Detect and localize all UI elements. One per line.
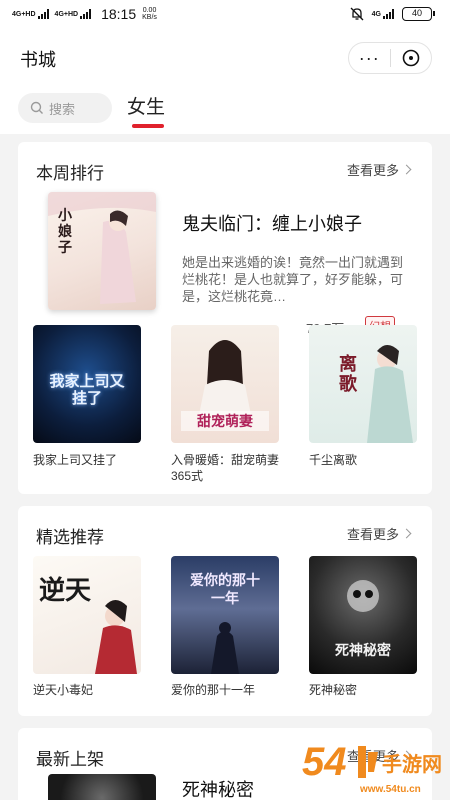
book-title[interactable]: 爱你的那十一年	[171, 682, 289, 698]
mute-bell-icon	[350, 7, 364, 21]
watermark-logo-icon	[358, 746, 378, 778]
close-circle-icon	[402, 49, 420, 67]
book-cover-title: 爱你的那十一年	[190, 573, 260, 607]
book-title[interactable]: 逆天小毒妃	[33, 682, 141, 698]
view-more-link[interactable]: 查看更多	[346, 524, 412, 543]
latest-book-cover[interactable]	[48, 774, 156, 800]
book-cover-art	[367, 345, 413, 443]
search-icon	[30, 101, 43, 114]
mini-program-capsule: ···	[348, 42, 432, 74]
book-cover[interactable]: 爱你的那十一年	[171, 556, 279, 674]
book-title[interactable]: 我家上司又挂了	[33, 452, 151, 468]
network-indicator: 4G	[372, 9, 394, 19]
active-tab-indicator	[132, 124, 164, 128]
signal-indicator-1: 4G+HD	[12, 9, 49, 19]
featured-book-description: 她是出来逃婚的诶！竟然一出门就遇到烂桃花！是人也就算了，好歹能躲，可是，这烂桃花…	[182, 255, 404, 304]
search-placeholder: 搜索	[49, 101, 76, 117]
more-button[interactable]: ···	[349, 48, 390, 68]
speed-value: 0.00	[142, 7, 157, 14]
status-bar: 4G+HD 4G+HD 18:15 0.00 KB/s 4G 40	[0, 0, 450, 30]
close-button[interactable]	[390, 49, 431, 67]
featured-cover-title: 小娘子	[58, 208, 72, 256]
network-type: 4G	[371, 11, 381, 18]
section-title: 本周排行	[36, 164, 104, 183]
book-title[interactable]: 千尘离歌	[309, 452, 417, 468]
signal-bars-icon	[37, 9, 49, 19]
speed-unit: KB/s	[142, 14, 157, 21]
book-title[interactable]: 死神秘密	[309, 682, 417, 698]
battery-level: 40	[411, 8, 422, 18]
section-title: 精选推荐	[36, 528, 104, 547]
book-cover[interactable]: 离歌	[309, 325, 417, 443]
watermark-text: 手游网	[382, 754, 442, 776]
signal-label-1: 4G+HD	[12, 11, 36, 18]
view-more-label: 查看更多	[346, 163, 399, 178]
signal-bars-icon	[80, 9, 92, 19]
signal-label-2: 4G+HD	[54, 11, 79, 18]
book-cover-title: 甜宠萌妻	[181, 411, 269, 431]
status-right: 4G 40	[350, 7, 435, 21]
featured-book-cover[interactable]: 小娘子	[48, 192, 156, 310]
watermark-url: www.54tu.cn	[360, 784, 421, 795]
chevron-right-icon	[401, 528, 412, 539]
tab-bar: 搜索 女生	[0, 86, 450, 134]
featured-book-title[interactable]: 鬼夫临门：缠上小娘子	[182, 210, 362, 236]
view-more-label: 查看更多	[346, 527, 399, 542]
site-watermark: 54 手游网 www.54tu.cn	[302, 740, 450, 800]
watermark-number: 54	[302, 740, 347, 784]
page-title: 书城	[20, 50, 56, 70]
book-title[interactable]: 入骨暖婚：甜宠萌妻365式	[171, 452, 279, 484]
status-left: 4G+HD 4G+HD 18:15 0.00 KB/s	[12, 6, 157, 22]
tab-female[interactable]: 女生	[127, 92, 165, 119]
book-cover[interactable]: 我家上司又挂了	[33, 325, 141, 443]
book-cover-title: 离歌	[339, 354, 357, 395]
network-speed: 0.00 KB/s	[142, 7, 157, 21]
book-cover-title: 死神秘密	[335, 643, 391, 659]
signal-indicator-2: 4G+HD	[55, 9, 92, 19]
search-box[interactable]: 搜索	[18, 93, 112, 123]
book-cover-title: 我家上司又挂了	[49, 372, 125, 407]
weekly-ranking-section: 本周排行 查看更多 小娘子 鬼夫临门：缠上小娘子 她是出来逃婚的诶！竟然一出门就…	[18, 142, 432, 494]
curated-picks-section: 精选推荐 查看更多 逆天 逆天小毒妃 爱你的那十一年 爱你的那十一年 死神秘密 …	[18, 506, 432, 716]
view-more-link[interactable]: 查看更多	[346, 160, 412, 179]
app-bar: 书城 ···	[0, 30, 450, 86]
chevron-right-icon	[401, 164, 412, 175]
book-cover-title: 逆天	[39, 576, 92, 606]
latest-book-title[interactable]: 死神秘密	[182, 776, 254, 800]
signal-bars-icon	[383, 9, 394, 19]
book-cover[interactable]: 甜宠萌妻	[171, 325, 279, 443]
section-title: 最新上架	[36, 750, 104, 769]
book-cover[interactable]: 逆天	[33, 556, 141, 674]
book-cover[interactable]: 死神秘密	[309, 556, 417, 674]
status-time: 18:15	[101, 6, 137, 22]
battery-icon: 40	[402, 7, 435, 21]
